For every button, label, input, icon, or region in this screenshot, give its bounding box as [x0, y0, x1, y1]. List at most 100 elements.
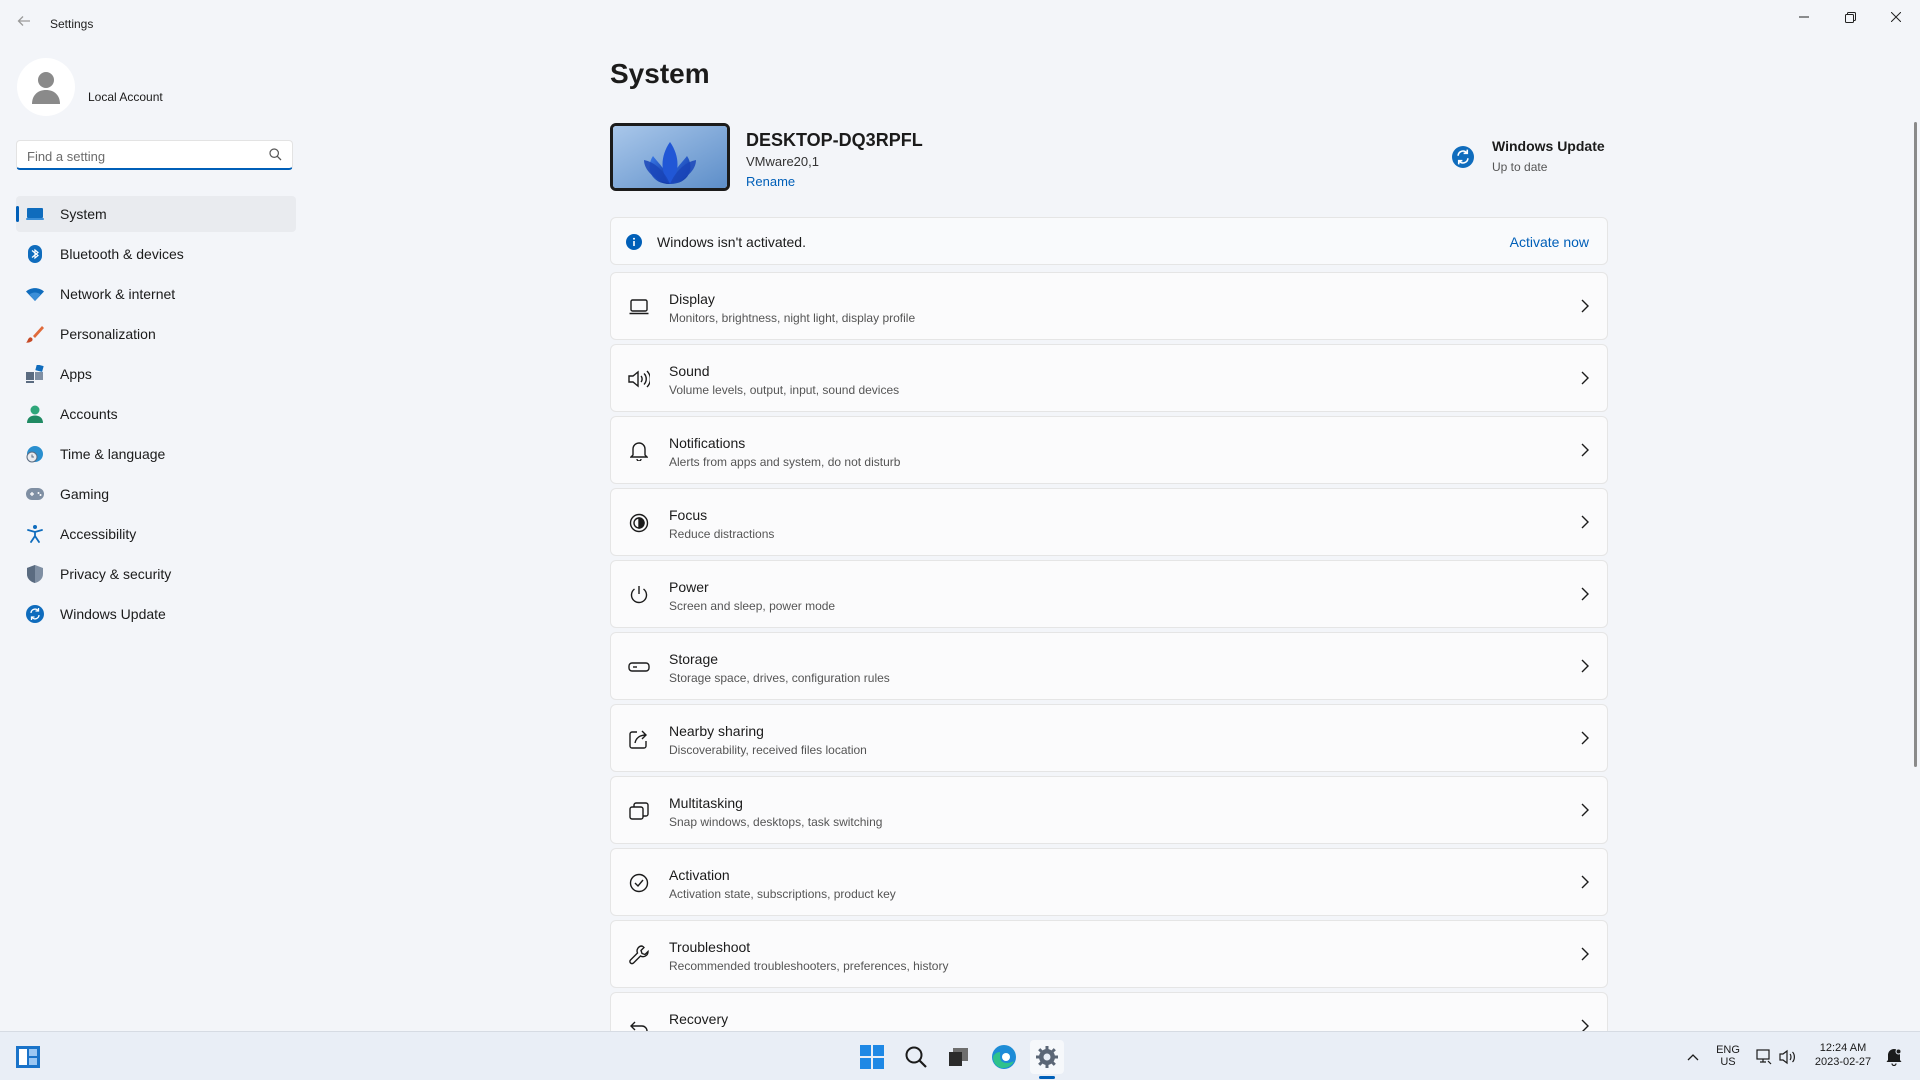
bell-icon [627, 439, 651, 463]
avatar[interactable] [17, 58, 75, 116]
chevron-right-icon [1581, 515, 1589, 534]
setting-troubleshoot[interactable]: Troubleshoot Recommended troubleshooters… [610, 920, 1608, 988]
sidebar-item-label: Apps [60, 366, 92, 382]
sidebar-item-label: Accounts [60, 406, 118, 422]
settings-app-button[interactable] [1030, 1040, 1064, 1074]
active-app-indicator [1039, 1076, 1055, 1079]
multitask-icon [627, 799, 651, 823]
focus-icon [627, 511, 651, 535]
close-button[interactable] [1873, 6, 1919, 28]
sidebar-item-accounts[interactable]: Accounts [16, 396, 296, 432]
page-title: System [610, 58, 710, 89]
brush-icon [26, 325, 44, 343]
setting-description: Discoverability, received files location [669, 743, 867, 757]
clock[interactable]: 12:24 AM 2023-02-27 [1808, 1042, 1878, 1068]
sidebar-item-apps[interactable]: Apps [16, 356, 296, 392]
setting-description: Alerts from apps and system, do not dist… [669, 455, 901, 469]
setting-nearby-sharing[interactable]: Nearby sharing Discoverability, received… [610, 704, 1608, 772]
setting-title: Power [669, 579, 709, 595]
sidebar-item-personalization[interactable]: Personalization [16, 316, 296, 352]
back-arrow-icon[interactable] [14, 14, 34, 34]
show-hidden-icons-button[interactable] [1676, 1040, 1710, 1074]
sync-icon [26, 605, 44, 623]
sidebar-item-network[interactable]: Network & internet [16, 276, 296, 312]
setting-description: Activation state, subscriptions, product… [669, 887, 896, 901]
taskbar-search-button[interactable] [899, 1040, 933, 1074]
sidebar-item-time-language[interactable]: Time & language [16, 436, 296, 472]
windows-update-title[interactable]: Windows Update [1492, 138, 1605, 154]
volume-button[interactable] [1776, 1040, 1800, 1074]
device-model: VMware20,1 [746, 154, 819, 169]
shield-icon [26, 565, 44, 583]
globe-clock-icon [26, 445, 44, 463]
user-avatar-icon [32, 72, 60, 104]
minimize-button[interactable] [1781, 6, 1827, 28]
setting-focus[interactable]: Focus Reduce distractions [610, 488, 1608, 556]
search-input[interactable] [25, 146, 264, 166]
chevron-right-icon [1581, 587, 1589, 606]
setting-activation[interactable]: Activation Activation state, subscriptio… [610, 848, 1608, 916]
setting-storage[interactable]: Storage Storage space, drives, configura… [610, 632, 1608, 700]
app-title: Settings [50, 17, 94, 31]
share-icon [627, 727, 651, 751]
person-icon [26, 405, 44, 423]
setting-multitasking[interactable]: Multitasking Snap windows, desktops, tas… [610, 776, 1608, 844]
sidebar-item-label: Gaming [60, 486, 110, 502]
speaker-icon [1779, 1049, 1795, 1065]
settings-list: Display Monitors, brightness, night ligh… [610, 272, 1608, 1031]
taskbar: ENG US 12:24 AM 2023-02-27 [0, 1031, 1920, 1080]
sidebar-item-label: Accessibility [60, 526, 137, 542]
chevron-right-icon [1581, 731, 1589, 750]
notification-bell-icon [1886, 1048, 1902, 1066]
network-status-button[interactable] [1752, 1040, 1776, 1074]
device-thumbnail [610, 123, 730, 191]
edge-button[interactable] [987, 1040, 1021, 1074]
sidebar-item-gaming[interactable]: Gaming [16, 476, 296, 512]
sidebar-item-bluetooth[interactable]: Bluetooth & devices [16, 236, 296, 272]
sidebar-item-system[interactable]: System [16, 196, 296, 232]
widgets-icon [16, 1046, 40, 1068]
task-view-button[interactable] [942, 1040, 976, 1074]
sidebar-item-windows-update[interactable]: Windows Update [16, 596, 296, 632]
search-icon[interactable] [269, 148, 282, 166]
setting-title: Sound [669, 363, 710, 379]
setting-recovery[interactable]: Recovery [610, 992, 1608, 1031]
setting-title: Nearby sharing [669, 723, 764, 739]
start-button[interactable] [855, 1040, 889, 1074]
setting-notifications[interactable]: Notifications Alerts from apps and syste… [610, 416, 1608, 484]
sidebar-item-label: Windows Update [60, 606, 166, 622]
scrollbar[interactable] [1914, 122, 1917, 767]
setting-display[interactable]: Display Monitors, brightness, night ligh… [610, 272, 1608, 340]
clock-date: 2023-02-27 [1814, 1056, 1872, 1068]
setting-title: Multitasking [669, 795, 743, 811]
rename-link[interactable]: Rename [746, 174, 795, 189]
widgets-button[interactable] [11, 1040, 45, 1074]
gear-icon [1036, 1046, 1058, 1068]
edge-browser-icon [992, 1045, 1016, 1069]
setting-title: Recovery [669, 1011, 729, 1027]
notification-center-button[interactable] [1880, 1040, 1908, 1074]
activate-now-button[interactable]: Activate now [1510, 234, 1589, 250]
account-name: Local Account [88, 90, 163, 104]
title-bar: Settings [0, 0, 1920, 48]
setting-title: Notifications [669, 435, 746, 451]
wrench-icon [627, 943, 651, 967]
apps-icon [26, 365, 44, 383]
windows-update-icon[interactable] [1452, 146, 1474, 173]
setting-power[interactable]: Power Screen and sleep, power mode [610, 560, 1608, 628]
chevron-right-icon [1581, 299, 1589, 318]
chevron-right-icon [1581, 803, 1589, 822]
restore-button[interactable] [1827, 6, 1873, 28]
chevron-right-icon [1581, 371, 1589, 390]
sidebar-item-accessibility[interactable]: Accessibility [16, 516, 296, 552]
setting-sound[interactable]: Sound Volume levels, output, input, soun… [610, 344, 1608, 412]
input-language[interactable]: ENG US [1715, 1044, 1741, 1068]
setting-title: Activation [669, 867, 730, 883]
device-name: DESKTOP-DQ3RPFL [746, 130, 923, 150]
sidebar-item-privacy[interactable]: Privacy & security [16, 556, 296, 592]
search-box[interactable] [16, 140, 293, 170]
chevron-up-icon [1687, 1054, 1699, 1061]
setting-title: Focus [669, 507, 708, 523]
drive-icon [627, 655, 651, 679]
chevron-right-icon [1581, 875, 1589, 894]
